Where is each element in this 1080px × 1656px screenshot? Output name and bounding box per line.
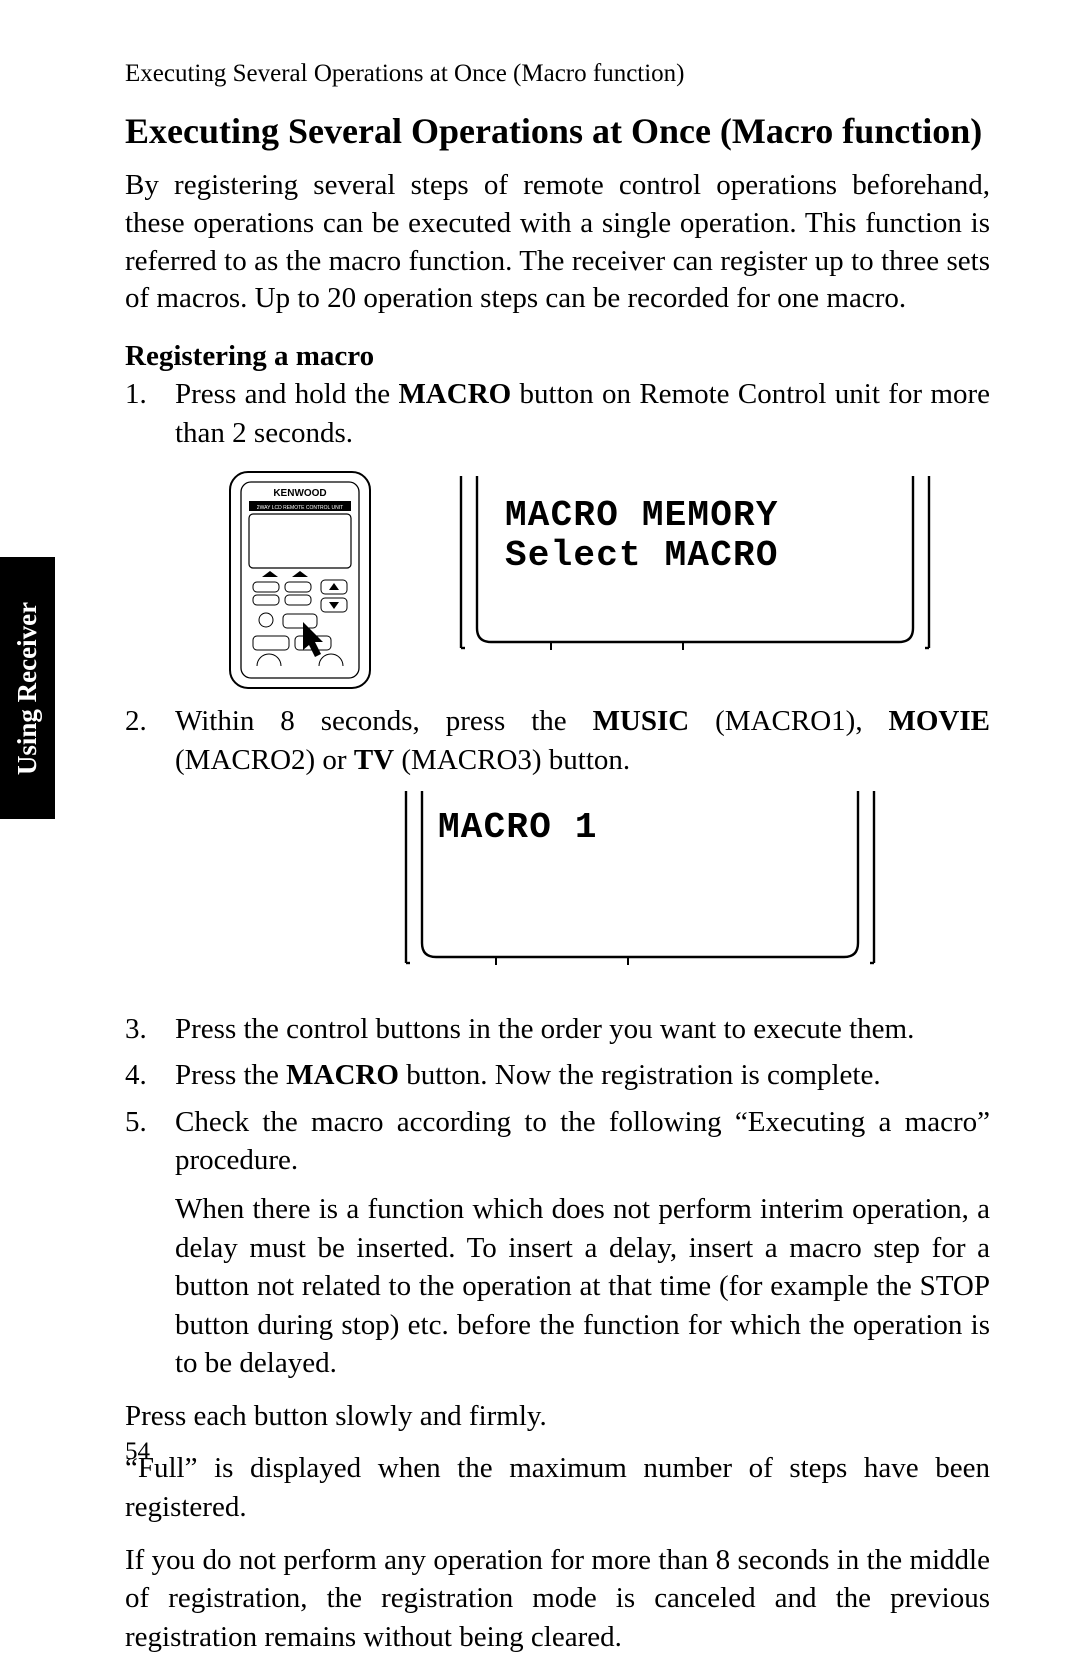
figure-row-1: KENWOOD 2WAY LCD REMOTE CONTROL UNIT bbox=[225, 470, 990, 690]
step-4: Press the MACRO button. Now the registra… bbox=[125, 1056, 990, 1095]
step-5-text: Check the macro according to the followi… bbox=[175, 1106, 990, 1177]
step-1-text-a: Press and hold the bbox=[175, 378, 398, 410]
lcd-display-1: MACRO MEMORY Select MACRO bbox=[455, 470, 935, 681]
manual-page: Using Receiver Executing Several Operati… bbox=[0, 0, 1080, 1526]
remote-brand-text: KENWOOD bbox=[273, 488, 326, 499]
lcd1-line2: Select MACRO bbox=[505, 535, 779, 576]
step-2-movie-label: MOVIE bbox=[889, 705, 991, 737]
step-2-tv-label: TV bbox=[354, 744, 394, 776]
lcd1-svg: MACRO MEMORY Select MACRO bbox=[455, 470, 935, 670]
step-5-extra: When there is a function which does not … bbox=[175, 1190, 990, 1383]
tail-para-2: “Full” is displayed when the maximum num… bbox=[125, 1449, 990, 1526]
step-3-text: Press the control buttons in the order y… bbox=[175, 1013, 914, 1045]
step-4-text-b: button. Now the registration is complete… bbox=[399, 1059, 881, 1091]
step-4-macro-label: MACRO bbox=[286, 1059, 399, 1091]
remote-small-label: 2WAY LCD REMOTE CONTROL UNIT bbox=[257, 505, 343, 511]
page-title: Executing Several Operations at Once (Ma… bbox=[125, 110, 990, 153]
step-2-music-label: MUSIC bbox=[593, 705, 690, 737]
tail-para-3: If you do not perform any operation for … bbox=[125, 1541, 990, 1656]
remote-illustration: KENWOOD 2WAY LCD REMOTE CONTROL UNIT bbox=[225, 470, 375, 690]
remote-svg: KENWOOD 2WAY LCD REMOTE CONTROL UNIT bbox=[225, 470, 375, 690]
section-tab: Using Receiver bbox=[0, 557, 55, 819]
step-4-text-a: Press the bbox=[175, 1059, 286, 1091]
step-1: Press and hold the MACRO button on Remot… bbox=[125, 375, 990, 690]
step-5: Check the macro according to the followi… bbox=[125, 1103, 990, 1383]
steps-list: Press and hold the MACRO button on Remot… bbox=[125, 375, 990, 1383]
step-2-text-d: (MACRO3) button. bbox=[394, 744, 630, 776]
lcd2-svg: MACRO 1 bbox=[400, 785, 880, 985]
step-1-macro-label: MACRO bbox=[398, 378, 511, 410]
step-3: Press the control buttons in the order y… bbox=[125, 1010, 990, 1049]
lcd2-line1: MACRO 1 bbox=[438, 807, 598, 848]
subheading-registering: Registering a macro bbox=[125, 340, 990, 373]
step-2-text-a: Within 8 seconds, press the bbox=[175, 705, 593, 737]
tail-para-1: Press each button slowly and firmly. bbox=[125, 1397, 990, 1436]
page-number: 54 bbox=[125, 1438, 150, 1466]
intro-paragraph: By registering several steps of remote c… bbox=[125, 167, 990, 318]
step-2-text-c: (MACRO2) or bbox=[175, 744, 354, 776]
running-head: Executing Several Operations at Once (Ma… bbox=[125, 60, 990, 88]
step-2-text-b: (MACRO1), bbox=[689, 705, 888, 737]
section-tab-label: Using Receiver bbox=[12, 601, 43, 774]
figure-row-2: MACRO 1 bbox=[400, 785, 990, 996]
lcd1-line1: MACRO MEMORY bbox=[505, 495, 779, 536]
step-2: Within 8 seconds, press the MUSIC (MACRO… bbox=[125, 702, 990, 996]
lcd-display-2: MACRO 1 bbox=[400, 785, 880, 996]
